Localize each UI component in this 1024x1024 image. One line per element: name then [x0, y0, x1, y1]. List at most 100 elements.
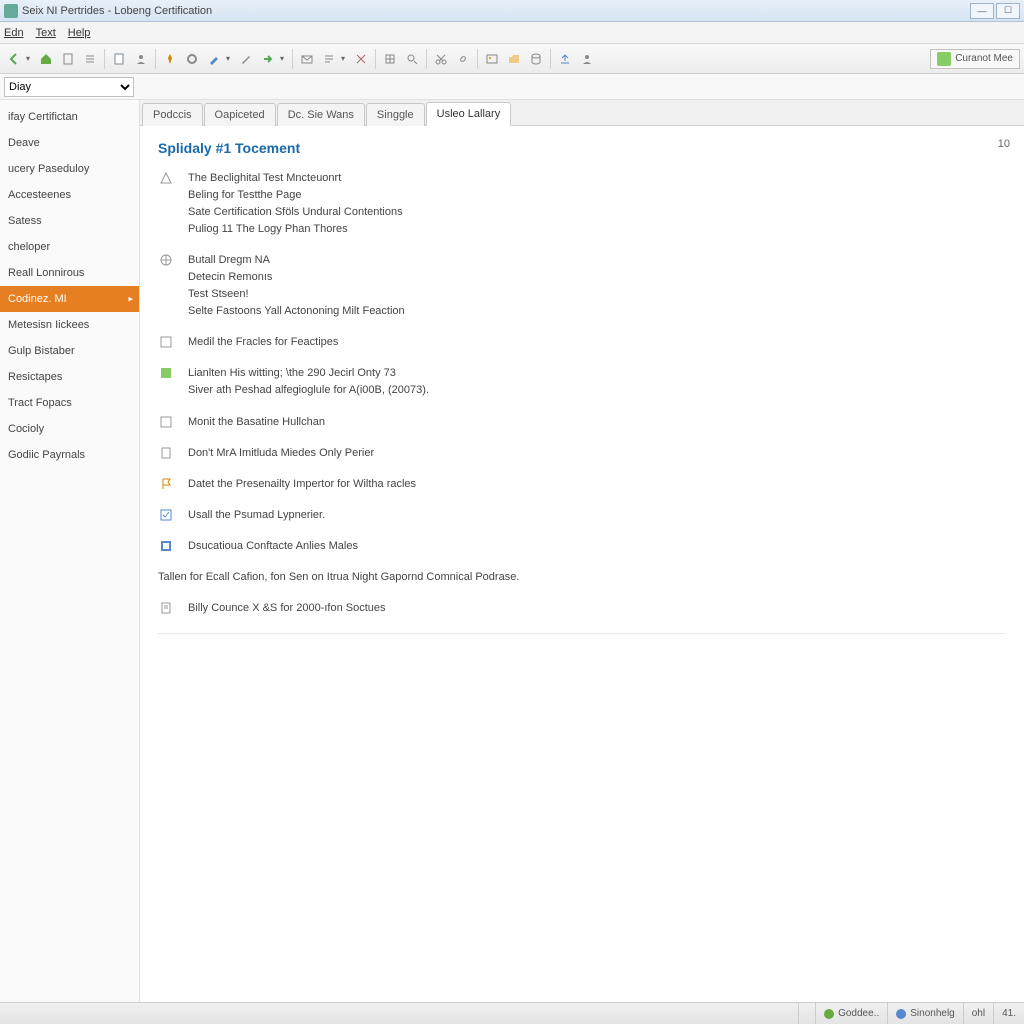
user2-icon[interactable] [577, 49, 597, 69]
status-cell-d: 41. [993, 1003, 1024, 1024]
sidebar-item[interactable]: Deave [0, 130, 139, 156]
content-line: Datet the Presenailty Impertor for Wilth… [188, 476, 1006, 493]
content-line: Billy Counce X &S for 2000-ıfon Soctues [188, 600, 1006, 617]
content-area: 10 Splidaly #1 Tocement The Beclighital … [140, 126, 1024, 1002]
content-block: Lianlten His witting; \the 290 Jecirl On… [158, 365, 1006, 399]
sidebar-item[interactable]: Gulp Bistaber [0, 338, 139, 364]
cut-icon[interactable] [431, 49, 451, 69]
gear-icon[interactable] [182, 49, 202, 69]
db-icon[interactable] [526, 49, 546, 69]
tab[interactable]: Dc. Sie Wans [277, 103, 365, 126]
context-button[interactable]: Curanot Mee [930, 49, 1020, 69]
content-text: Billy Counce X &S for 2000-ıfon Soctues [188, 600, 1006, 617]
sidebar-item[interactable]: cheloper [0, 234, 139, 260]
sidebar-item[interactable]: Tract Fopacs [0, 390, 139, 416]
list2-icon[interactable] [319, 49, 339, 69]
menu-help[interactable]: Help [68, 27, 91, 39]
content-line: Medil the Fracles for Feactipes [188, 334, 1006, 351]
grid-icon[interactable] [380, 49, 400, 69]
home-green-icon[interactable] [36, 49, 56, 69]
flag-icon [158, 476, 174, 492]
sidebar-item[interactable]: Godiic Payrnals [0, 442, 139, 468]
folder-icon[interactable] [504, 49, 524, 69]
sidebar-item[interactable]: Codinez. MI [0, 286, 139, 312]
warning-icon [158, 170, 174, 186]
content-line: The Beclighital Test Mncteuonrt [188, 170, 1006, 187]
titlebar: Seix NI Pertrides - Lobeng Certification… [0, 0, 1024, 22]
search-icon[interactable] [402, 49, 422, 69]
dropdown-icon[interactable]: ▾ [280, 54, 288, 63]
sidebar-item[interactable]: Accesteenes [0, 182, 139, 208]
tab[interactable]: Usleo Lallary [426, 102, 512, 126]
brush-icon[interactable] [204, 49, 224, 69]
page-icon[interactable] [58, 49, 78, 69]
app-icon [4, 4, 18, 18]
square-blue-icon [158, 538, 174, 554]
maximize-button[interactable]: ☐ [996, 3, 1020, 19]
content-divider [158, 633, 1006, 634]
menu-text[interactable]: Text [36, 27, 56, 39]
window-title: Seix NI Pertrides - Lobeng Certification [22, 5, 212, 17]
tab[interactable]: Oapiceted [204, 103, 276, 126]
content-line: Don't MrA Imitluda Miedes Only Perier [188, 445, 1006, 462]
dropdown-icon[interactable]: ▾ [341, 54, 349, 63]
content-text: Dsucatioua Conftacte Anlies Males [188, 538, 1006, 555]
content-line: Usall the Psumad Lypnerier. [188, 507, 1006, 524]
content-block: Datet the Presenailty Impertor for Wilth… [158, 476, 1006, 493]
export-icon[interactable] [555, 49, 575, 69]
content-line: Beling for Testthe Page [188, 187, 1006, 204]
globe-icon [158, 252, 174, 268]
mail-icon[interactable] [297, 49, 317, 69]
dropdown-icon[interactable]: ▾ [26, 54, 34, 63]
content-plain-text: Tallen for Ecall Cafion, fon Sen on Itru… [158, 569, 1006, 586]
menu-edit[interactable]: Edn [4, 27, 24, 39]
filter-select[interactable]: Diay [4, 77, 134, 97]
pencil-icon[interactable] [236, 49, 256, 69]
content-block: Dsucatioua Conftacte Anlies Males [158, 538, 1006, 555]
content-block: Butall Dregm NADetecin RemonısTest Stsee… [158, 252, 1006, 320]
checkbox-icon [158, 414, 174, 430]
content-line: Dsucatioua Conftacte Anlies Males [188, 538, 1006, 555]
sidebar-item[interactable]: ucery Paseduloy [0, 156, 139, 182]
list-icon[interactable] [80, 49, 100, 69]
tab[interactable]: Podccis [142, 103, 203, 126]
content-block: Medil the Fracles for Feactipes [158, 334, 1006, 351]
sidebar-item[interactable]: Satess [0, 208, 139, 234]
image-icon[interactable] [482, 49, 502, 69]
arrow-green-icon[interactable] [258, 49, 278, 69]
content-heading: Splidaly #1 Tocement [158, 140, 1006, 156]
minimize-button[interactable]: — [970, 3, 994, 19]
sidebar-item[interactable]: Metesisn Iickees [0, 312, 139, 338]
checkbox-icon [158, 334, 174, 350]
content-text: Butall Dregm NADetecin RemonısTest Stsee… [188, 252, 1006, 320]
content-text: Lianlten His witting; \the 290 Jecirl On… [188, 365, 1006, 399]
status-dot-blue-icon [896, 1009, 906, 1019]
sidebar-item[interactable]: Reall Lonnirous [0, 260, 139, 286]
doc-new-icon[interactable] [109, 49, 129, 69]
status-cell-b: Sinonhelg [887, 1003, 962, 1024]
sidebar-item[interactable]: Resictapes [0, 364, 139, 390]
user-icon[interactable] [131, 49, 151, 69]
strike-icon[interactable] [351, 49, 371, 69]
status-cell-c: ohl [963, 1003, 993, 1024]
pin-icon[interactable] [160, 49, 180, 69]
sidebar-item[interactable]: Cocioly [0, 416, 139, 442]
content-block: Don't MrA Imitluda Miedes Only Perier [158, 445, 1006, 462]
content-line: Butall Dregm NA [188, 252, 1006, 269]
tab[interactable]: Singgle [366, 103, 425, 126]
content-block: Monit the Basatine Hullchan [158, 414, 1006, 431]
content-line: Sate Certification Sföls Undural Content… [188, 204, 1006, 221]
content-text: Monit the Basatine Hullchan [188, 414, 1006, 431]
doc-icon [158, 445, 174, 461]
content-text: The Beclighital Test MncteuonrtBeling fo… [188, 170, 1006, 238]
dropdown-icon[interactable]: ▾ [226, 54, 234, 63]
content-line: Test Stseen! [188, 286, 1006, 303]
tab-bar: PodccisOapicetedDc. Sie WansSinggleUsleo… [140, 100, 1024, 126]
menubar: Edn Text Help [0, 22, 1024, 44]
nav-back-icon[interactable] [4, 49, 24, 69]
sidebar-item[interactable]: ifay Certifictan [0, 104, 139, 130]
content-block: The Beclighital Test MncteuonrtBeling fo… [158, 170, 1006, 238]
page-number: 10 [998, 138, 1010, 150]
content-line: Monit the Basatine Hullchan [188, 414, 1006, 431]
link-icon[interactable] [453, 49, 473, 69]
